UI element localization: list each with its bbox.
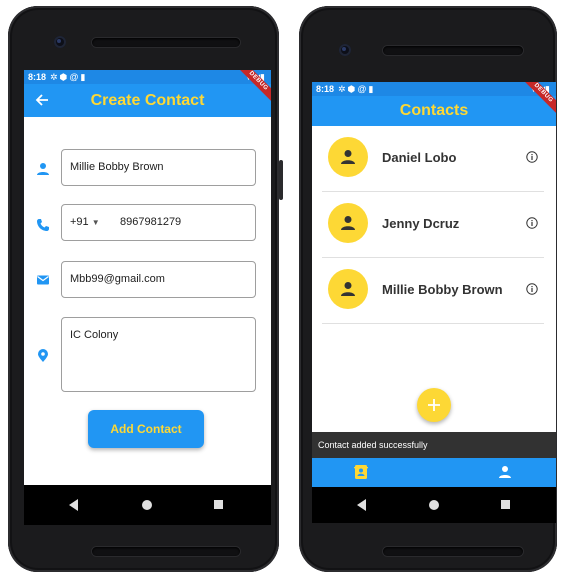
left-screen: 8:18 ✲⬢@▮ ▼◢▮ Create Contact DEBUG Milli…	[24, 70, 271, 485]
shield-icon: ⬢	[347, 84, 358, 94]
info-icon[interactable]	[526, 217, 538, 229]
snackbar-text: Contact added successfully	[318, 440, 428, 450]
at-icon: @	[357, 84, 369, 94]
person-icon[interactable]	[498, 465, 512, 479]
nav-back-icon[interactable]	[357, 499, 366, 511]
right-screen: 8:18 ✲⬢@▮ ▼◢▮ Contacts DEBUG Daniel Lobo…	[312, 82, 556, 487]
phone-field[interactable]: +91 ▼ 8967981279	[61, 204, 256, 241]
top-speaker	[92, 38, 240, 47]
right-nav-bar	[312, 487, 556, 523]
address-field[interactable]: IC Colony	[61, 317, 256, 392]
name-field-value: Millie Bobby Brown	[70, 161, 164, 173]
top-speaker	[383, 46, 523, 55]
status-icons: ✲⬢@▮	[50, 70, 88, 84]
status-time: 8:18	[28, 72, 47, 82]
gear-icon: ✲	[338, 84, 348, 94]
country-code-value: +91	[70, 216, 89, 228]
sd-card-icon: ▮	[80, 72, 88, 82]
snackbar: Contact added successfully	[312, 432, 556, 458]
status-time: 8:18	[316, 84, 335, 94]
nav-back-icon[interactable]	[69, 499, 78, 511]
avatar	[328, 269, 368, 309]
contact-name: Millie Bobby Brown	[382, 282, 503, 297]
avatar	[328, 137, 368, 177]
plus-icon	[428, 399, 440, 411]
debug-banner: DEBUG	[231, 70, 271, 110]
bottom-speaker	[383, 547, 523, 556]
person-icon	[341, 282, 355, 296]
email-field[interactable]: Mbb99@gmail.com	[61, 261, 256, 298]
gear-icon: ✲	[50, 72, 60, 82]
contact-name: Daniel Lobo	[382, 150, 457, 165]
location-pin-icon	[38, 349, 48, 362]
left-nav-bar	[24, 485, 271, 525]
nav-home-icon[interactable]	[429, 500, 439, 510]
nav-recents-icon[interactable]	[501, 500, 510, 509]
name-field[interactable]: Millie Bobby Brown	[61, 149, 256, 186]
person-icon	[341, 216, 355, 230]
nav-recents-icon[interactable]	[214, 500, 223, 509]
chevron-down-icon: ▼	[91, 218, 100, 227]
add-contact-button[interactable]: Add Contact	[88, 410, 204, 448]
contact-list-item[interactable]: Millie Bobby Brown	[322, 257, 544, 324]
power-button	[279, 160, 283, 200]
info-icon[interactable]	[526, 151, 538, 163]
debug-banner: DEBUG	[516, 82, 556, 122]
nav-home-icon[interactable]	[142, 500, 152, 510]
contact-list-item[interactable]: Jenny Dcruz	[322, 191, 544, 258]
front-camera	[54, 36, 66, 48]
contacts-book-icon[interactable]	[354, 464, 368, 480]
phone-icon	[37, 219, 49, 231]
address-field-value: IC Colony	[70, 329, 119, 341]
at-icon: @	[69, 72, 81, 82]
contact-list-item[interactable]: Daniel Lobo	[322, 125, 544, 192]
mail-icon	[37, 275, 49, 285]
bottom-speaker	[92, 547, 240, 556]
status-icons: ✲⬢@▮	[338, 82, 376, 96]
country-code-select[interactable]: +91 ▼	[70, 216, 100, 228]
shield-icon: ⬢	[59, 72, 70, 82]
person-icon	[341, 150, 355, 164]
info-icon[interactable]	[526, 283, 538, 295]
phone-field-value: 8967981279	[120, 216, 182, 228]
email-field-value: Mbb99@gmail.com	[70, 273, 165, 285]
contact-name: Jenny Dcruz	[382, 216, 460, 231]
sd-card-icon: ▮	[368, 84, 376, 94]
person-icon	[37, 163, 49, 175]
bottom-nav-bar	[312, 458, 556, 487]
front-camera	[339, 44, 351, 56]
add-contact-fab[interactable]	[417, 388, 451, 422]
avatar	[328, 203, 368, 243]
